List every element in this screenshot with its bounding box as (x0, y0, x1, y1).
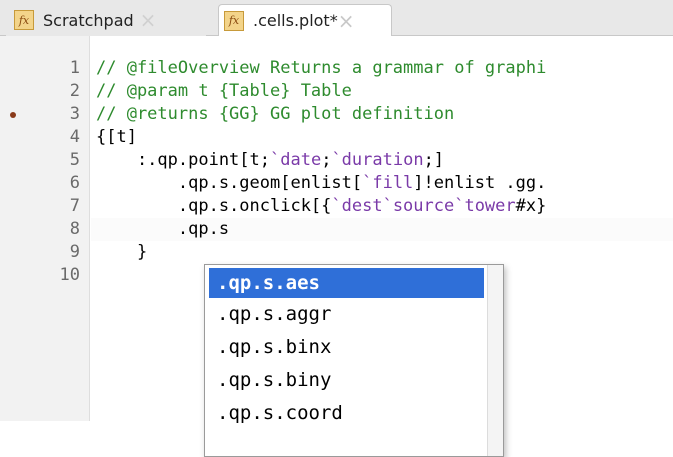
code-token: .qp.s (96, 219, 230, 239)
line-number: 9 (69, 242, 80, 262)
code-text: .qp.s.onclick[{`dest`source`tower#x} (96, 195, 546, 218)
line-number: 2 (69, 81, 80, 101)
code-token: ]!enlist .gg. (413, 173, 547, 193)
line-number: 3 (69, 104, 80, 124)
autocomplete-item[interactable]: .qp.s.binx (205, 331, 488, 364)
code-symbol: `fill (362, 173, 414, 193)
autocomplete-item[interactable]: .qp.s.aggr (205, 298, 488, 331)
autocomplete-popup: .qp.s.aes .qp.s.aggr .qp.s.binx .qp.s.biny.… (204, 264, 504, 457)
line-number: 1 (69, 58, 80, 78)
code-token: .qp.s.onclick[{ (96, 196, 332, 216)
code-line[interactable]: 6 .qp.s.geom[enlist[`fill]!enlist .gg. (0, 172, 673, 195)
close-icon[interactable]: × (140, 10, 157, 30)
code-editor[interactable]: 1 // @fileOverview Returns a grammar of g… (0, 36, 673, 457)
line-number: 7 (69, 196, 80, 216)
autocomplete-scrollbar[interactable] (487, 265, 503, 456)
line-number: 8 (69, 219, 80, 239)
breakpoint-marker-icon[interactable] (10, 112, 16, 118)
code-line[interactable]: 2 // @param t {Table} Table (0, 80, 673, 103)
code-text: // @returns {GG} GG plot definition (96, 103, 454, 126)
code-line[interactable]: 7 .qp.s.onclick[{`dest`source`tower#x} (0, 195, 673, 218)
tab-label: Scratchpad (43, 10, 134, 30)
code-comment: // @returns {GG} GG plot definition (96, 104, 455, 124)
tab-cells-plot[interactable]: fx .cells.plot* × (218, 4, 392, 36)
code-text: {[t] (96, 126, 137, 149)
code-comment: // @fileOverview Returns a grammar of gr… (96, 58, 547, 78)
code-line[interactable]: 3 // @returns {GG} GG plot definition (0, 103, 673, 126)
code-text: :.qp.point[t;`date;`duration;] (96, 149, 444, 172)
code-symbol: `duration (331, 150, 424, 170)
tab-scratchpad[interactable]: fx Scratchpad × (6, 4, 206, 36)
code-text: // @fileOverview Returns a grammar of gr… (96, 57, 546, 80)
tab-label: .cells.plot* (253, 11, 338, 30)
code-line[interactable]: 4 {[t] (0, 126, 673, 149)
autocomplete-item[interactable]: .qp.s.coord (205, 397, 488, 430)
tab-bar: fx Scratchpad × fx .cells.plot* × (0, 0, 673, 36)
code-symbol: `dest`source`tower (331, 196, 516, 216)
line-number: 6 (69, 173, 80, 193)
code-text: .qp.s (96, 218, 229, 241)
line-number: 5 (69, 150, 80, 170)
autocomplete-item[interactable]: .qp.s.biny (205, 364, 488, 397)
code-line[interactable]: 1 // @fileOverview Returns a grammar of g… (0, 57, 673, 80)
code-token: .qp.s.geom[enlist[ (96, 173, 363, 193)
code-text: // @param t {Table} Table (96, 80, 352, 103)
code-line[interactable]: 9 } (0, 241, 673, 264)
code-token: ;] (423, 150, 445, 170)
code-token: {[t] (96, 127, 137, 147)
code-line[interactable]: 5 :.qp.point[t;`date;`duration;] (0, 149, 673, 172)
code-symbol: `date (270, 150, 322, 170)
line-number: 4 (69, 127, 80, 147)
code-token: } (96, 242, 148, 262)
code-token: ; (321, 150, 332, 170)
code-text: .qp.s.geom[enlist[`fill]!enlist .gg. (96, 172, 546, 195)
fx-icon: fx (224, 10, 244, 31)
fx-icon: fx (14, 10, 34, 30)
code-token: #x} (515, 196, 547, 216)
code-token: :.qp.point[t; (96, 150, 270, 170)
autocomplete-item[interactable]: .qp.s.aes (209, 268, 484, 298)
autocomplete-list: .qp.s.aes .qp.s.aggr .qp.s.binx .qp.s.biny.… (205, 265, 488, 430)
close-icon[interactable]: × (338, 11, 355, 31)
code-comment: // @param t {Table} Table (96, 81, 352, 101)
code-line[interactable]: 8 .qp.s (0, 218, 673, 241)
line-number: 10 (59, 265, 80, 285)
code-text: } (96, 241, 147, 264)
